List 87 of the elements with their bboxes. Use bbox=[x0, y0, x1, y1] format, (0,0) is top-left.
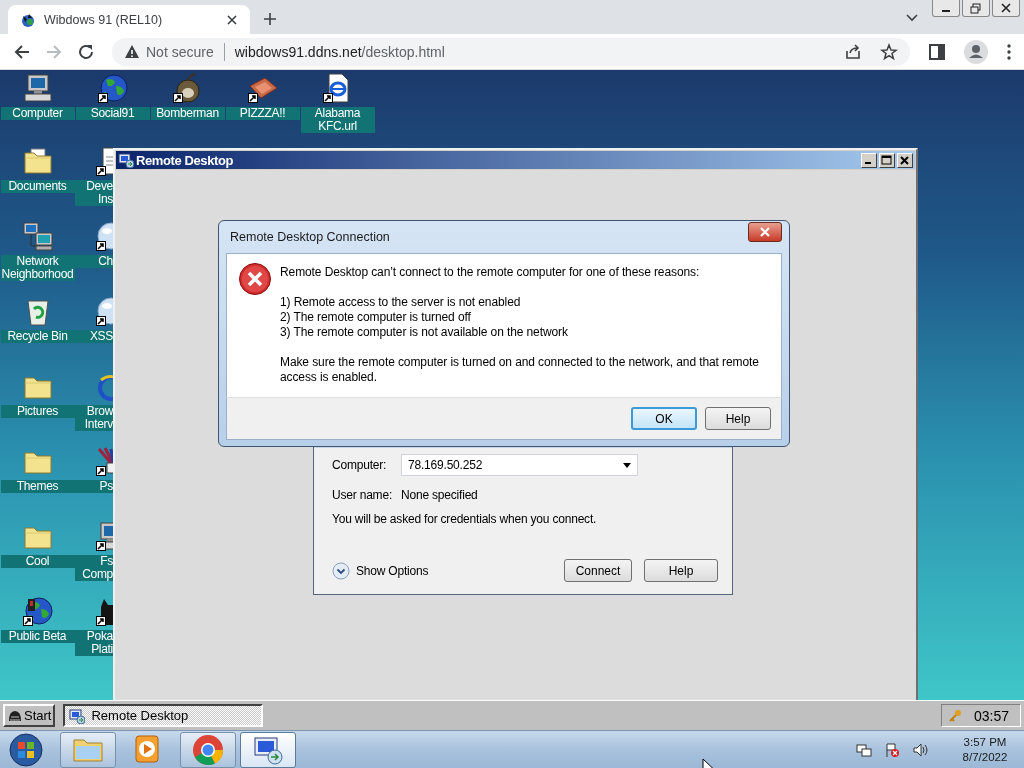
icon-label[interactable]: Cool bbox=[0, 555, 75, 568]
tab-title: Wibdows 91 (REL10) bbox=[44, 12, 164, 27]
new-tab-icon[interactable] bbox=[262, 11, 278, 27]
icon-label[interactable]: Network Neighborhood bbox=[0, 255, 75, 281]
show-options-toggle[interactable]: Show Options bbox=[332, 561, 429, 580]
icon-label[interactable]: Poka Plati bbox=[75, 630, 113, 656]
action-center-flag-icon[interactable] bbox=[884, 741, 900, 758]
expand-icon bbox=[332, 561, 350, 580]
close-button[interactable] bbox=[748, 222, 782, 242]
start-orb-icon[interactable] bbox=[6, 731, 46, 768]
start-logo-icon bbox=[7, 708, 23, 723]
window-title: Remote Desktop bbox=[136, 152, 233, 168]
icon-label[interactable]: Ch bbox=[75, 255, 113, 268]
chevron-down-icon[interactable] bbox=[906, 14, 918, 22]
brushes-icon[interactable] bbox=[95, 445, 113, 477]
address-bar[interactable]: Not secure wibdows91.ddns.net/desktop.html bbox=[112, 37, 910, 66]
remote-computer-icon bbox=[69, 707, 86, 724]
side-panel-icon[interactable] bbox=[928, 42, 946, 61]
field-label: Computer: bbox=[332, 458, 388, 472]
taskbar-button[interactable] bbox=[240, 731, 296, 768]
message-text: Make sure the remote computer is turned on and connected to the network, and that remote access is enabled. bbox=[280, 355, 760, 385]
url-text: wibdows91.ddns.net/desktop.html bbox=[234, 43, 445, 60]
dialog-button[interactable]: Help bbox=[644, 559, 718, 582]
icon-label[interactable]: Themes bbox=[0, 480, 75, 493]
error-icon bbox=[238, 262, 272, 296]
icon-label[interactable]: Pictures bbox=[0, 405, 75, 418]
icon-label[interactable]: XSS bbox=[75, 330, 113, 343]
network-icon[interactable] bbox=[856, 741, 872, 758]
field-value: None specified bbox=[401, 488, 478, 502]
dialog-title: Remote Desktop Connection bbox=[230, 230, 390, 244]
taskbar-button[interactable] bbox=[60, 731, 116, 768]
start-button[interactable]: Start bbox=[3, 704, 56, 727]
icon-label[interactable]: Documents bbox=[0, 180, 75, 193]
caret-icon bbox=[623, 462, 631, 468]
icon-label[interactable]: Social91 bbox=[75, 107, 150, 120]
close-icon bbox=[759, 227, 771, 237]
star-icon[interactable] bbox=[880, 42, 898, 61]
icon-label[interactable]: Recycle Bin bbox=[0, 330, 75, 343]
globe-icon[interactable] bbox=[21, 595, 54, 627]
taskbar-button[interactable] bbox=[180, 731, 236, 768]
security-label: Not secure bbox=[146, 43, 214, 60]
minimize-button[interactable] bbox=[932, 0, 960, 17]
icon-label[interactable]: Computer bbox=[0, 107, 75, 120]
key-icon bbox=[948, 708, 962, 723]
profile-avatar-icon[interactable] bbox=[964, 39, 988, 64]
minimize-icon bbox=[865, 161, 871, 164]
icon-label[interactable]: Public Beta bbox=[0, 630, 75, 643]
warning-icon bbox=[124, 43, 140, 60]
close-icon bbox=[998, 1, 1014, 15]
info-text: You will be asked for credentials when you connect. bbox=[332, 512, 598, 526]
browser-tab[interactable]: Wibdows 91 (REL10) bbox=[8, 5, 250, 34]
reason-text: 2) The remote computer is turned off bbox=[280, 310, 472, 325]
icon-label[interactable]: Bomberman bbox=[150, 107, 225, 120]
minimize-icon bbox=[942, 10, 950, 12]
menu-icon[interactable] bbox=[1006, 42, 1012, 61]
computer-icon[interactable] bbox=[21, 72, 54, 104]
restore-icon bbox=[968, 1, 984, 15]
document-folder-icon[interactable] bbox=[21, 145, 54, 177]
remote-computer-icon bbox=[118, 152, 134, 168]
field-label: User name: bbox=[332, 488, 394, 502]
icon-label[interactable]: Brow Interv bbox=[75, 405, 113, 431]
computer-combo-box[interactable]: 78.169.50.252 bbox=[401, 454, 638, 476]
icon-label[interactable]: Fs Comp bbox=[75, 555, 113, 581]
clock-date: 8/7/2022 bbox=[961, 749, 1009, 765]
dialog-button[interactable]: OK bbox=[631, 407, 697, 430]
close-button[interactable] bbox=[992, 0, 1020, 17]
networked-computers-icon[interactable] bbox=[21, 220, 54, 252]
dialog-button[interactable]: Connect bbox=[564, 559, 632, 582]
reason-text: 1) Remote access to the server is not enabled bbox=[280, 295, 522, 310]
reason-text: 3) The remote computer is not available on the network bbox=[280, 325, 569, 340]
tray-clock[interactable]: 3:57 PM 8/7/2022 bbox=[950, 734, 1020, 765]
icon-label[interactable]: Ps bbox=[75, 480, 113, 493]
maximize-icon bbox=[880, 153, 893, 167]
maximize-button[interactable] bbox=[879, 152, 895, 168]
message-text: Remote Desktop can’t connect to the remote computer for one of these reasons: bbox=[280, 265, 701, 280]
globe-icon[interactable] bbox=[96, 72, 129, 104]
clock-time: 03:57 bbox=[974, 707, 1010, 724]
speaker-icon[interactable] bbox=[912, 741, 928, 758]
icon-label[interactable]: Alabama KFC.url bbox=[300, 107, 375, 133]
dialog-button[interactable]: Help bbox=[705, 407, 771, 430]
clock-time: 3:57 PM bbox=[962, 734, 1008, 750]
restore-button[interactable] bbox=[962, 0, 990, 17]
icon-label[interactable]: PIZZZA!! bbox=[225, 107, 300, 120]
close-icon bbox=[898, 153, 911, 167]
taskbar-button[interactable]: Remote Desktop bbox=[63, 704, 264, 727]
icon-label[interactable]: Deve Ins bbox=[75, 180, 113, 206]
share-icon[interactable] bbox=[844, 42, 862, 61]
